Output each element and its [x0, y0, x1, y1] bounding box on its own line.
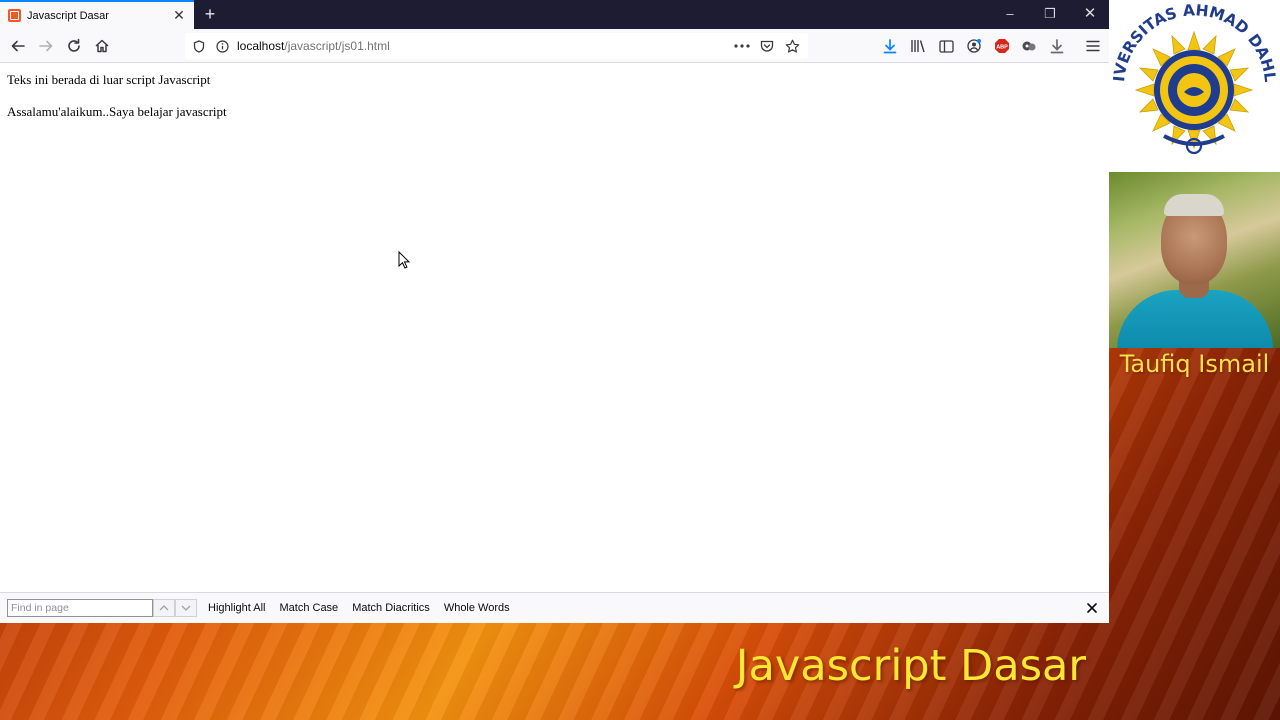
svg-text:ABP: ABP	[996, 44, 1008, 50]
url-bar[interactable]: localhost/javascript/js01.html	[185, 33, 808, 59]
university-logo: UNIVERSITAS AHMAD DAHLAN	[1103, 0, 1280, 172]
close-window-button[interactable]: ✕	[1076, 4, 1104, 24]
text-outside-script: Teks ini berada di luar script Javascrip…	[7, 72, 211, 87]
page-actions-icon[interactable]	[732, 36, 752, 56]
library-icon[interactable]	[908, 36, 928, 56]
presenter-name: Taufiq Ismail	[1119, 350, 1270, 378]
browser-window: Javascript Dasar ✕ + – ❐ ✕ localhost/jav	[0, 0, 1109, 623]
reload-button[interactable]	[64, 36, 84, 56]
download-helper-icon[interactable]	[1047, 36, 1067, 56]
course-title: Javascript Dasar	[735, 641, 1086, 691]
forward-button[interactable]	[36, 36, 56, 56]
whole-words-toggle[interactable]: Whole Words	[444, 602, 510, 614]
page-content: Teks ini berada di luar script Javascrip…	[0, 64, 1109, 592]
match-diacritics-toggle[interactable]: Match Diacritics	[352, 602, 430, 614]
match-case-toggle[interactable]: Match Case	[279, 602, 338, 614]
minimize-button[interactable]: –	[996, 4, 1024, 24]
tab-close-icon[interactable]: ✕	[172, 7, 186, 24]
url-text[interactable]: localhost/javascript/js01.html	[237, 39, 732, 53]
close-icon	[1087, 603, 1097, 613]
find-next-button[interactable]	[175, 599, 197, 617]
navigation-toolbar: localhost/javascript/js01.html ABP	[0, 29, 1109, 63]
uad-seal-logo: UNIVERSITAS AHMAD DAHLAN	[1103, 0, 1279, 155]
account-icon[interactable]	[964, 36, 984, 56]
highlight-all-toggle[interactable]: Highlight All	[208, 602, 265, 614]
site-info-icon[interactable]	[215, 39, 229, 53]
mouse-cursor-icon	[398, 251, 411, 269]
restore-button[interactable]: ❐	[1036, 4, 1064, 24]
extension-icon[interactable]	[1019, 36, 1039, 56]
chevron-down-icon	[181, 605, 191, 611]
sidebar-icon[interactable]	[936, 36, 956, 56]
presenter-shirt	[1117, 290, 1273, 348]
forward-arrow-icon	[39, 40, 53, 52]
home-button[interactable]	[92, 36, 112, 56]
find-previous-button[interactable]	[153, 599, 175, 617]
home-icon	[95, 39, 109, 53]
find-bar: Highlight All Match Case Match Diacritic…	[0, 592, 1109, 623]
text-from-script: Assalamu'alaikum..Saya belajar javascrip…	[7, 104, 227, 119]
xampp-favicon-icon	[8, 9, 21, 22]
presenter-photo	[1109, 172, 1280, 348]
find-close-button[interactable]	[1085, 601, 1099, 615]
tab-javascript-dasar[interactable]: Javascript Dasar ✕	[0, 0, 194, 29]
tab-title: Javascript Dasar	[27, 9, 109, 22]
downloads-icon[interactable]	[880, 36, 900, 56]
find-in-page-input[interactable]	[7, 599, 153, 617]
reload-icon	[68, 38, 80, 52]
back-button[interactable]	[8, 36, 28, 56]
url-host: localhost	[237, 39, 285, 53]
chevron-up-icon	[159, 605, 169, 611]
new-tab-button[interactable]: +	[200, 4, 220, 24]
tracking-shield-icon[interactable]	[192, 39, 206, 53]
url-path: /javascript/js01.html	[284, 39, 390, 53]
tab-bar: Javascript Dasar ✕ + – ❐ ✕	[0, 0, 1109, 29]
hamburger-menu-icon[interactable]	[1083, 36, 1103, 56]
presenter-hair	[1164, 194, 1224, 216]
adblock-plus-icon[interactable]: ABP	[992, 36, 1012, 56]
pocket-icon[interactable]	[757, 36, 777, 56]
back-arrow-icon	[11, 40, 25, 52]
bookmark-star-icon[interactable]	[782, 36, 802, 56]
